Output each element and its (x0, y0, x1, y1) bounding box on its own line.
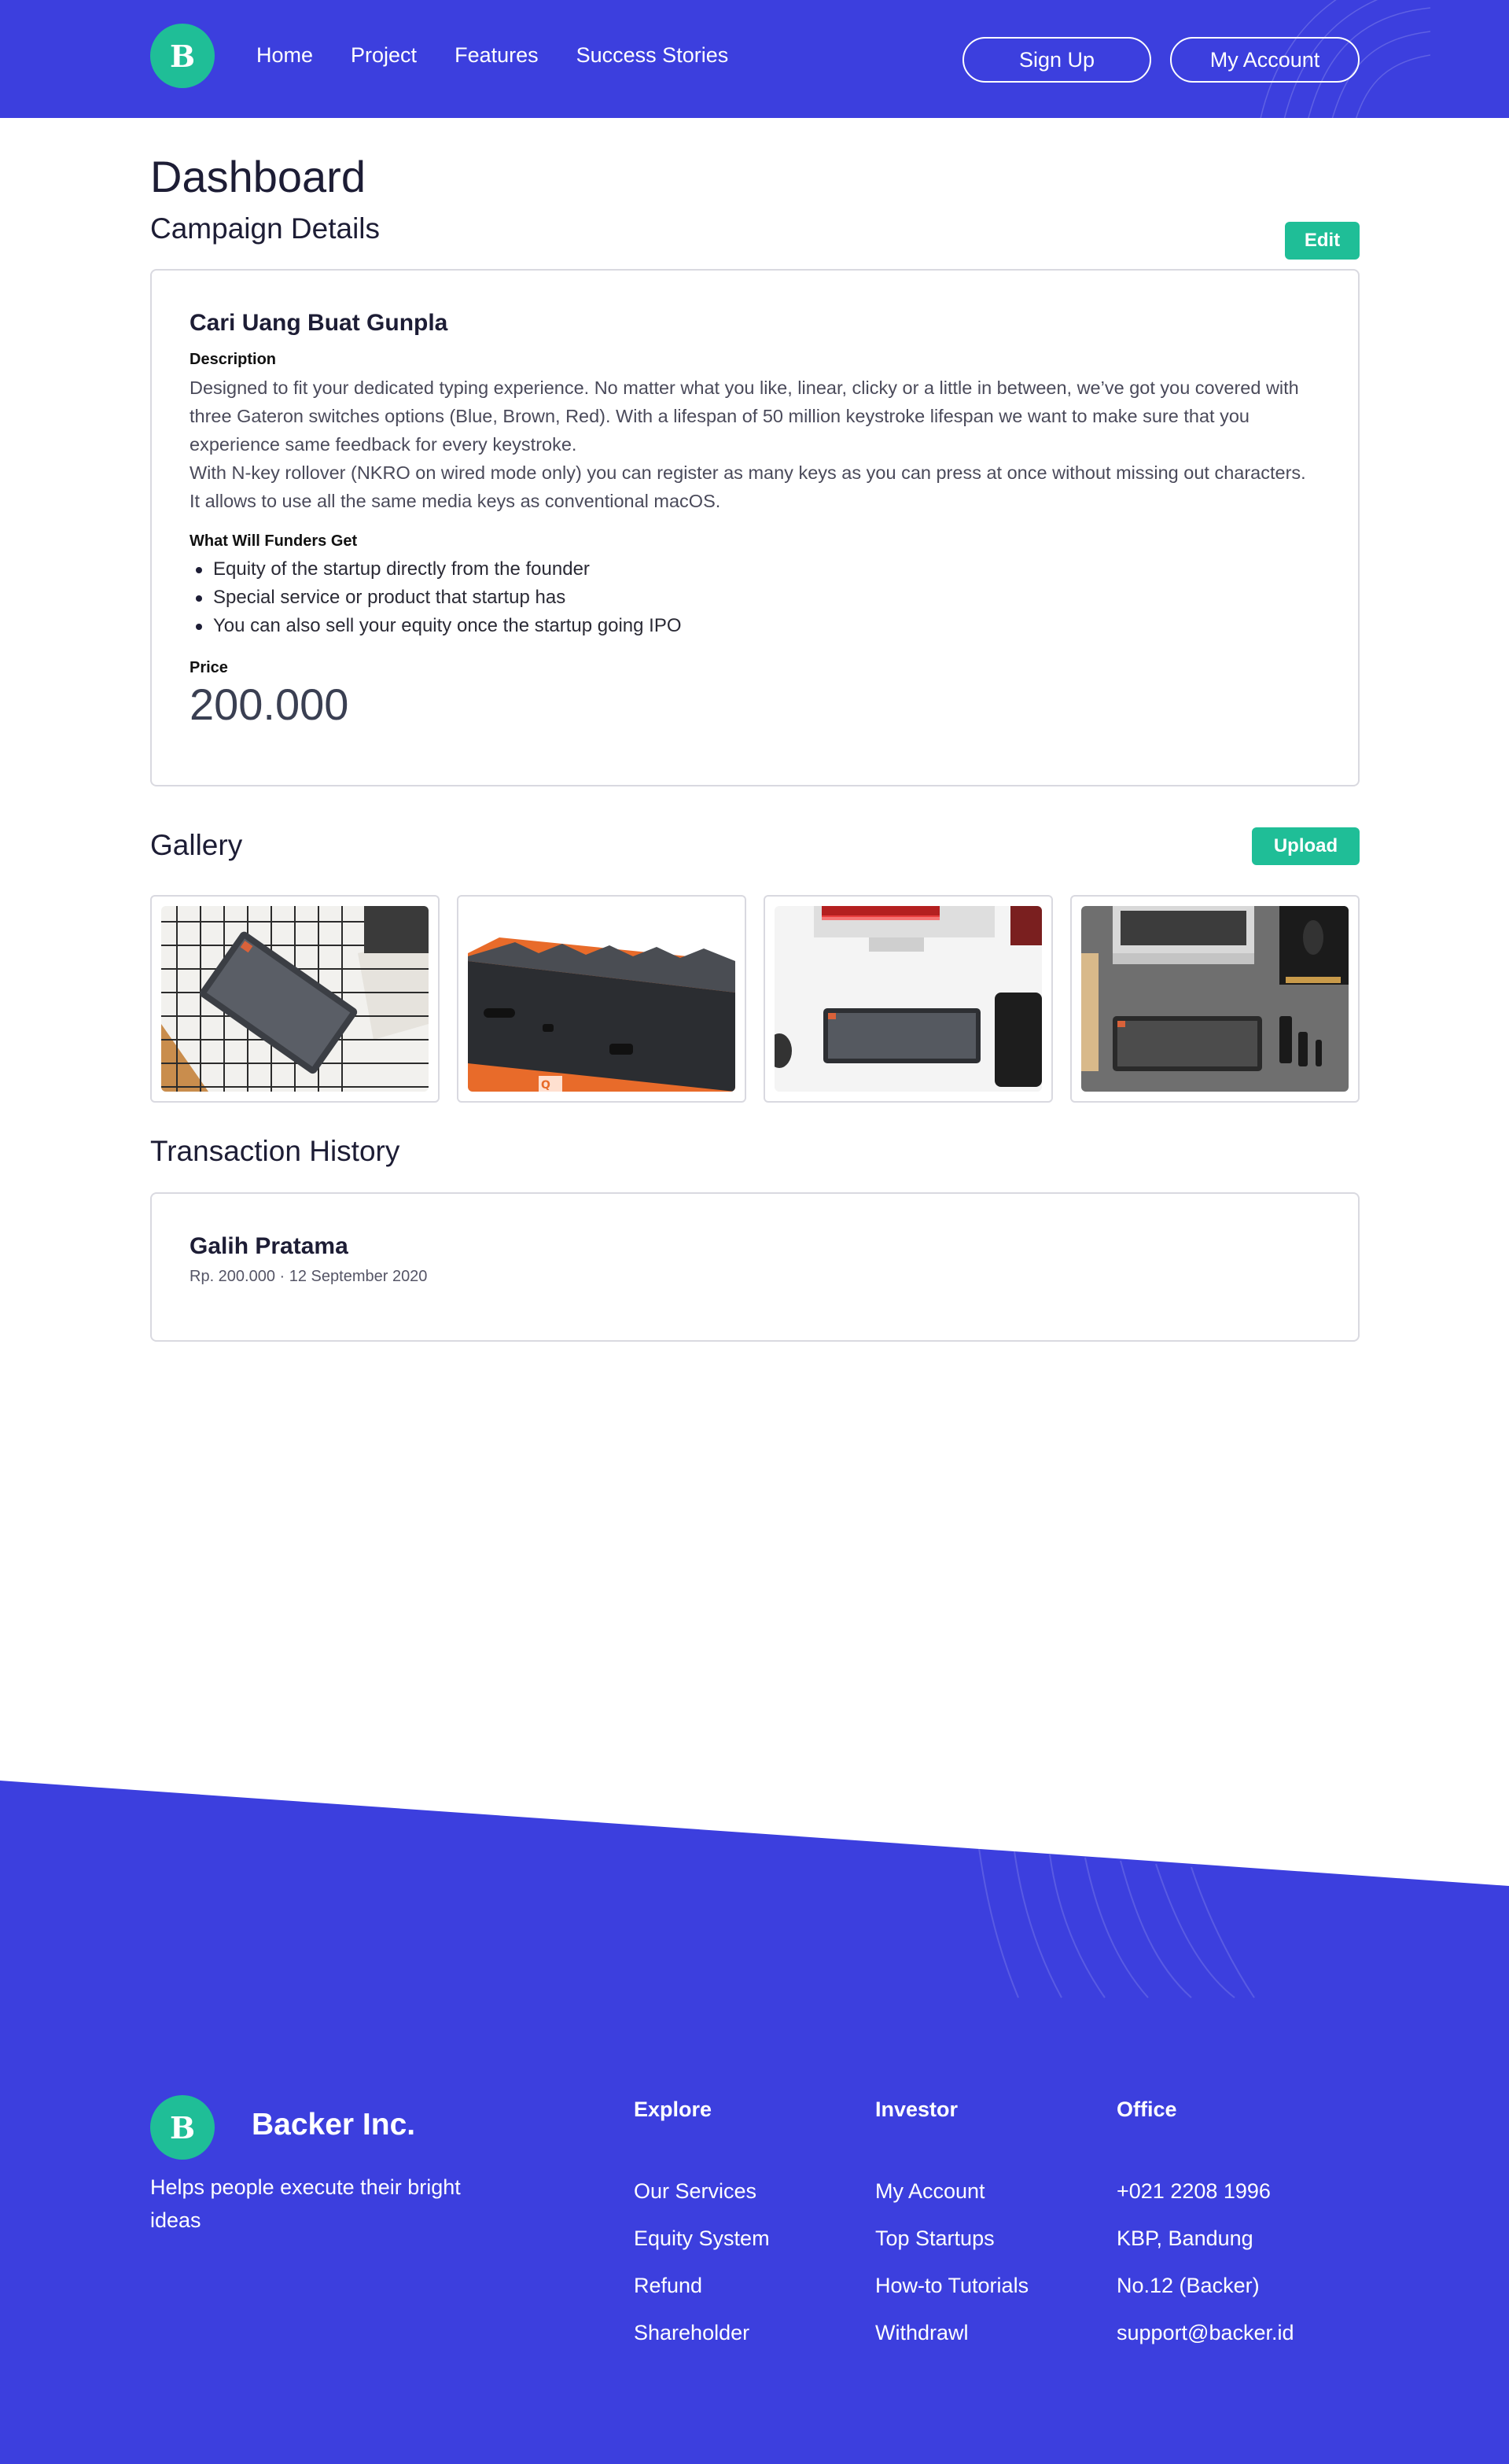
benefits-list: Equity of the startup directly from the … (190, 555, 1320, 640)
footer-link-tutorials[interactable]: How-to Tutorials (875, 2262, 1029, 2309)
benefit-item: Equity of the startup directly from the … (190, 555, 1320, 584)
description-paragraph-1: Designed to fit your dedicated typing ex… (190, 378, 1299, 455)
page-title: Dashboard (150, 152, 366, 201)
footer-phone[interactable]: +021 2208 1996 (1117, 2168, 1294, 2215)
footer-column-title: Office (1117, 2098, 1177, 2121)
transaction-funder-name: Galih Pratama (190, 1233, 348, 1259)
description-label: Description (190, 351, 277, 368)
footer-tagline: Helps people execute their bright ideas (150, 2175, 461, 2232)
svg-text:Q: Q (541, 1079, 550, 1092)
footer-link-top-startups[interactable]: Top Startups (875, 2215, 1029, 2262)
nav-features[interactable]: Features (455, 39, 539, 71)
price-label: Price (190, 659, 228, 676)
gallery-item[interactable]: Q (457, 895, 746, 1103)
transaction-history-title: Transaction History (150, 1135, 400, 1167)
gallery-grid: Q (150, 895, 1360, 1103)
footer-link-our-services[interactable]: Our Services (634, 2168, 770, 2215)
gallery-item[interactable] (150, 895, 440, 1103)
benefits-label: What Will Funders Get (190, 532, 358, 550)
gallery-title: Gallery (150, 829, 243, 861)
keyboard-desk-setup-photo (775, 906, 1042, 1092)
gallery-item[interactable] (764, 895, 1053, 1103)
gallery-item[interactable] (1070, 895, 1360, 1103)
footer-link-refund[interactable]: Refund (634, 2262, 770, 2309)
footer-column-title: Explore (634, 2098, 712, 2121)
transaction-item: Galih Pratama Rp. 200.000 · 12 September… (190, 1233, 1320, 1286)
footer-column-office: Office +021 2208 1996 KBP, Bandung No.12… (1117, 2092, 1294, 2356)
benefit-item: You can also sell your equity once the s… (190, 612, 1320, 640)
nav-home[interactable]: Home (256, 39, 313, 71)
footer-link-equity-system[interactable]: Equity System (634, 2215, 770, 2262)
transaction-card: Galih Pratama Rp. 200.000 · 12 September… (150, 1192, 1360, 1342)
edit-button[interactable]: Edit (1285, 222, 1360, 260)
transaction-meta: Rp. 200.000 · 12 September 2020 (190, 1268, 428, 1285)
campaign-details-title: Campaign Details (150, 212, 381, 245)
nav-project[interactable]: Project (351, 39, 417, 71)
brand-logo[interactable]: B (150, 24, 215, 88)
footer: B Backer Inc. Helps people execute their… (0, 1777, 1509, 2464)
sign-up-button[interactable]: Sign Up (962, 37, 1151, 83)
upload-button[interactable]: Upload (1252, 827, 1360, 865)
footer-link-my-account[interactable]: My Account (875, 2168, 1029, 2215)
footer-email[interactable]: support@backer.id (1117, 2309, 1294, 2356)
footer-brand-name: Backer Inc. (252, 2108, 416, 2142)
footer-column-explore: Explore Our Services Equity System Refun… (634, 2092, 770, 2356)
footer-address-city: KBP, Bandung (1117, 2226, 1253, 2250)
keyboard-laptop-flatlay-photo (1081, 906, 1349, 1092)
description-paragraph-2: With N-key rollover (NKRO on wired mode … (190, 462, 1306, 511)
footer-brand-logo[interactable]: B (150, 2095, 215, 2160)
nav-success-stories[interactable]: Success Stories (576, 39, 729, 71)
price-value: 200.000 (190, 680, 349, 729)
footer-column-title: Investor (875, 2098, 959, 2121)
keyboard-on-grid-mat-photo (161, 906, 429, 1092)
my-account-button[interactable]: My Account (1170, 37, 1360, 83)
main-nav: Home Project Features Success Stories (256, 39, 728, 71)
footer-link-withdrawl[interactable]: Withdrawl (875, 2309, 1029, 2356)
keyboard-side-ports-photo: Q (468, 906, 735, 1092)
footer-address-number: No.12 (Backer) (1117, 2274, 1260, 2297)
campaign-card: Cari Uang Buat Gunpla Description Design… (150, 269, 1360, 786)
top-navbar: B Home Project Features Success Stories … (0, 0, 1509, 118)
footer-column-investor: Investor My Account Top Startups How-to … (875, 2092, 1029, 2356)
footer-link-shareholder[interactable]: Shareholder (634, 2309, 770, 2356)
campaign-name: Cari Uang Buat Gunpla (190, 310, 448, 336)
benefit-item: Special service or product that startup … (190, 584, 1320, 612)
